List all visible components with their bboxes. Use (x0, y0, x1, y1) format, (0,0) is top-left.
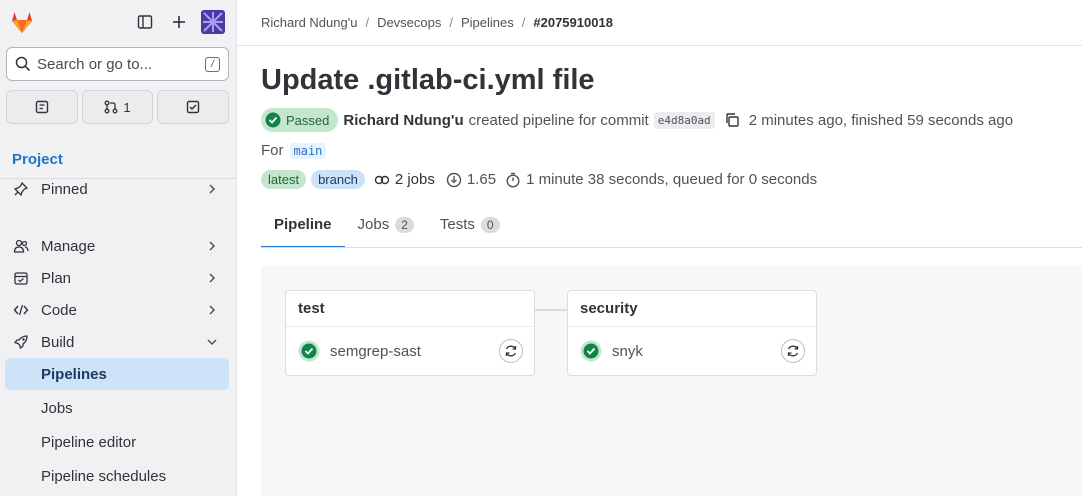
chevron-right-icon (209, 184, 216, 194)
pin-icon (13, 181, 29, 197)
breadcrumb-separator: / (521, 15, 526, 30)
duration-text: 1 minute 38 seconds, queued for 0 second… (526, 171, 818, 188)
sidebar-item-manage[interactable]: Manage (5, 230, 229, 262)
gitlab-logo-icon[interactable] (8, 8, 36, 36)
pipeline-link-icon (374, 175, 390, 184)
tab-count-badge: 2 (395, 216, 414, 233)
retry-icon[interactable] (499, 339, 523, 363)
copy-icon[interactable] (724, 112, 740, 128)
sidebar-item-plan[interactable]: Plan (5, 262, 229, 294)
chevron-right-icon (209, 241, 216, 251)
timing-text: 2 minutes ago, finished 59 seconds ago (748, 111, 1014, 129)
success-check-icon (580, 340, 602, 362)
todo-icon (186, 100, 200, 114)
chevron-down-icon (207, 339, 217, 346)
latest-badge: latest (261, 170, 307, 189)
issues-icon (35, 100, 49, 114)
success-check-icon (265, 112, 281, 128)
tab-pipeline[interactable]: Pipeline (261, 203, 345, 248)
job-name: snyk (612, 342, 643, 360)
for-label: For (261, 142, 284, 159)
rocket-icon (13, 334, 29, 350)
tab-label: Pipeline (274, 216, 332, 233)
breadcrumb-pipeline-id[interactable]: #2075910018 (533, 15, 613, 30)
sidebar-subitem-jobs[interactable]: Jobs (5, 392, 229, 424)
tab-jobs[interactable]: Jobs 2 (345, 203, 427, 246)
branch-badge: branch (311, 170, 365, 189)
page-title: Update .gitlab-ci.yml file (261, 64, 595, 96)
merge-requests-counter-button[interactable]: 1 (81, 90, 154, 124)
tabs-divider (261, 247, 1082, 248)
pipeline-graph: test semgrep-sast security snyk (261, 266, 1082, 496)
merge-requests-count: 1 (123, 99, 131, 115)
sidebar: Search or go to... / 1 Project Pinned Ma… (0, 0, 237, 496)
sidebar-item-code[interactable]: Code (5, 294, 229, 326)
success-check-icon (298, 340, 320, 362)
avatar[interactable] (200, 9, 226, 35)
sidebar-item-build[interactable]: Build (5, 326, 229, 358)
breadcrumb-pipelines[interactable]: Pipelines (461, 15, 514, 30)
breadcrumb-separator: / (365, 15, 370, 30)
search-input[interactable]: Search or go to... / (6, 47, 229, 81)
todo-counter-button[interactable] (157, 90, 230, 124)
sidebar-item-label: Build (41, 333, 75, 351)
sidebar-item-label: Manage (41, 237, 96, 255)
search-icon (15, 56, 31, 72)
job-name: semgrep-sast (330, 342, 421, 360)
retry-icon[interactable] (781, 339, 805, 363)
stage-name: security (568, 291, 816, 327)
stage-name: test (286, 291, 534, 327)
breadcrumb-separator: / (449, 15, 453, 30)
breadcrumb-user[interactable]: Richard Ndung'u (261, 15, 357, 30)
sidebar-item-label: Code (41, 301, 77, 319)
status-badge[interactable]: Passed (261, 108, 339, 132)
pipeline-tabs: Pipeline Jobs 2 Tests 0 (261, 203, 513, 249)
chevron-right-icon (209, 305, 216, 315)
status-label: Passed (286, 112, 330, 128)
header-divider (237, 45, 1082, 46)
sidebar-item-label: Pinned (41, 180, 88, 198)
tab-label: Jobs (357, 216, 390, 233)
stage-test: test semgrep-sast (285, 290, 535, 376)
stage-security: security snyk (567, 290, 817, 376)
tab-tests[interactable]: Tests 0 (427, 203, 513, 246)
tab-count-badge: 0 (480, 216, 500, 233)
user-counters: 1 (6, 90, 230, 124)
pipeline-badges: latest branch 2 jobs 1.65 1 minute 38 se… (261, 170, 817, 189)
compute-minutes: 1.65 (466, 171, 497, 188)
sidebar-subitem-pipeline-editor[interactable]: Pipeline editor (5, 426, 229, 458)
job-semgrep-sast[interactable]: semgrep-sast (286, 327, 534, 375)
search-shortcut-key: / (205, 57, 220, 72)
job-snyk[interactable]: snyk (568, 327, 816, 375)
commit-sha[interactable]: e4d8a0ad (653, 111, 715, 129)
code-icon (13, 302, 29, 318)
ref-info: For main (261, 142, 327, 159)
stage-connector (535, 309, 567, 311)
tab-label: Tests (439, 216, 475, 233)
sidebar-item-label: Plan (41, 269, 72, 287)
main-content: Richard Ndung'u / Devsecops / Pipelines … (237, 0, 1082, 496)
calendar-icon (13, 270, 29, 286)
issues-counter-button[interactable] (6, 90, 78, 124)
sidebar-subitem-pipelines[interactable]: Pipelines (5, 358, 229, 390)
timer-icon (506, 172, 520, 188)
created-text: created pipeline for commit (468, 111, 649, 129)
pipeline-meta: Passed Richard Ndung'u created pipeline … (261, 108, 1013, 132)
chevron-right-icon (209, 273, 216, 283)
pipeline-author[interactable]: Richard Ndung'u (343, 112, 463, 129)
sidebar-subitem-pipeline-schedules[interactable]: Pipeline schedules (5, 460, 229, 492)
plus-icon[interactable] (167, 10, 191, 34)
sidebar-toggle-icon[interactable] (133, 10, 157, 34)
merge-request-icon (104, 100, 118, 114)
branch-ref[interactable]: main (289, 142, 327, 159)
sidebar-topbar (0, 0, 237, 44)
breadcrumb: Richard Ndung'u / Devsecops / Pipelines … (261, 15, 613, 30)
breadcrumb-project[interactable]: Devsecops (377, 15, 441, 30)
sidebar-section-title[interactable]: Project (12, 151, 63, 168)
sidebar-item-pinned[interactable]: Pinned (5, 173, 229, 205)
compute-minutes-icon (446, 172, 462, 187)
users-icon (13, 238, 29, 254)
search-placeholder: Search or go to... (37, 55, 153, 73)
jobs-count-text: 2 jobs (394, 171, 435, 188)
